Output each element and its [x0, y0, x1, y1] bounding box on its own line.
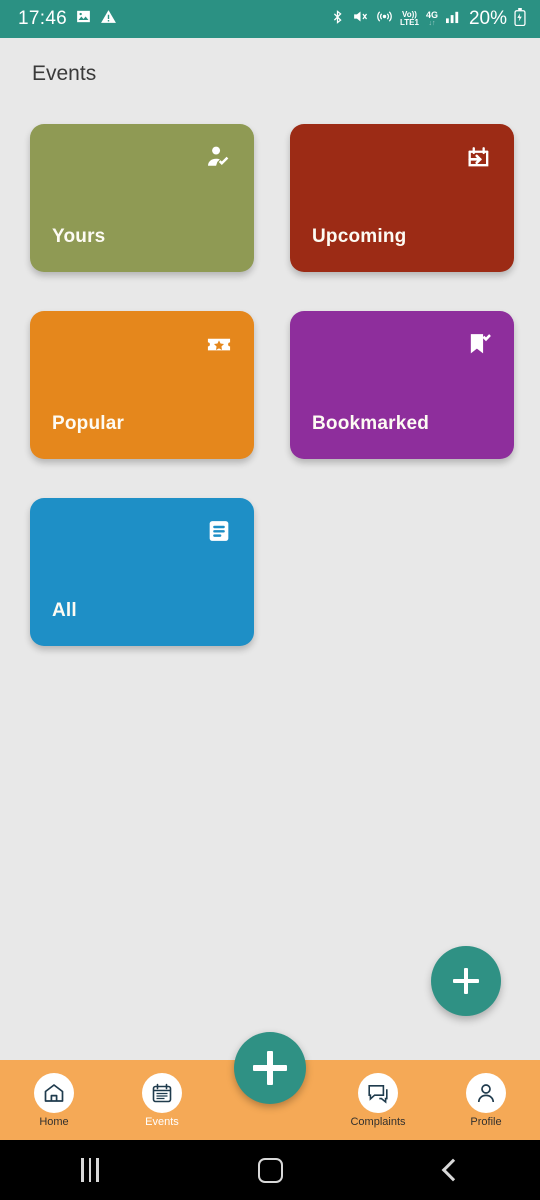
nav-label: Complaints	[350, 1115, 406, 1128]
warning-icon	[100, 8, 117, 30]
nav-label: Home	[39, 1115, 69, 1128]
person-icon	[466, 1072, 506, 1113]
hotspot-icon	[376, 8, 393, 30]
nav-item-complaints[interactable]: Complaints	[324, 1072, 432, 1128]
card-popular[interactable]: Popular	[30, 311, 254, 459]
calendar-icon	[142, 1072, 182, 1113]
person-check-icon	[204, 142, 234, 172]
page-title: Events	[32, 62, 97, 85]
event-category-grid: Yours Upcoming Popular Bookmarked All	[30, 124, 514, 646]
card-label: Popular	[52, 413, 125, 434]
chat-bubble-icon	[358, 1072, 398, 1113]
home-square-icon[interactable]	[180, 1157, 360, 1183]
plus-icon	[253, 1051, 287, 1085]
network-4g-icon: 4G ↓↑	[425, 10, 438, 28]
add-event-fab[interactable]	[431, 946, 501, 1016]
app-content: Events Yours Upcoming Popular Bookmarked…	[0, 38, 540, 1060]
battery-percent-label: 20%	[468, 8, 507, 29]
home-icon	[34, 1072, 74, 1113]
battery-icon	[514, 7, 526, 31]
card-label: All	[52, 600, 77, 621]
calendar-arrow-icon	[464, 142, 494, 172]
card-label: Bookmarked	[312, 413, 430, 434]
nav-item-home[interactable]: Home	[0, 1072, 108, 1128]
card-yours[interactable]: Yours	[30, 124, 254, 272]
status-bar-left: 17:46	[18, 8, 117, 30]
status-bar-right: Vo)) LTE1 4G ↓↑ 20%	[330, 7, 526, 31]
card-all[interactable]: All	[30, 498, 254, 646]
android-system-nav	[0, 1140, 540, 1200]
volte-icon: Vo)) LTE1	[399, 10, 419, 27]
create-fab[interactable]	[234, 1032, 306, 1104]
recents-icon[interactable]	[0, 1158, 180, 1182]
card-label: Yours	[52, 226, 106, 247]
card-label: Upcoming	[312, 226, 407, 247]
mute-icon	[352, 8, 369, 30]
status-bar: 17:46 Vo)) LTE1 4G ↓↑ 20%	[0, 0, 540, 38]
bluetooth-icon	[330, 8, 345, 31]
phone-screen: 17:46 Vo)) LTE1 4G ↓↑ 20% Events Yours U…	[0, 0, 540, 1200]
back-chevron-icon[interactable]	[360, 1158, 540, 1182]
signal-bars-icon	[445, 9, 462, 29]
nav-item-events[interactable]: Events	[108, 1072, 216, 1128]
plus-icon	[453, 968, 479, 994]
card-upcoming[interactable]: Upcoming	[290, 124, 514, 272]
document-lines-icon	[204, 516, 234, 546]
image-icon	[75, 8, 92, 30]
nav-label: Profile	[470, 1115, 502, 1128]
bookmark-check-icon	[464, 329, 494, 359]
card-bookmarked[interactable]: Bookmarked	[290, 311, 514, 459]
status-clock: 17:46	[18, 8, 68, 29]
nav-item-profile[interactable]: Profile	[432, 1072, 540, 1128]
ticket-star-icon	[204, 329, 234, 359]
nav-label: Events	[145, 1115, 179, 1128]
